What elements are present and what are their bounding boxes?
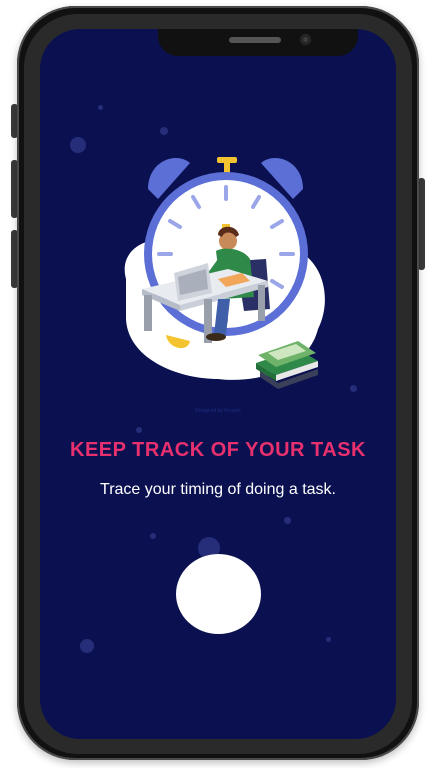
background-dot [80, 639, 94, 653]
background-dot [136, 427, 142, 433]
onboarding-title: KEEP TRACK OF YOUR TASK [70, 439, 366, 461]
power-button [418, 178, 425, 270]
background-dot [160, 127, 168, 135]
device-mockup: Designed by Freepik KEEP TRACK OF YOUR T… [0, 0, 434, 768]
onboarding-subtitle: Trace your timing of doing a task. [100, 481, 336, 498]
front-camera [300, 34, 311, 45]
background-dot [98, 105, 103, 110]
illustration-credit: Designed by Freepik [195, 408, 241, 414]
speaker-grille [229, 37, 281, 43]
next-button[interactable] [176, 554, 261, 634]
background-dot [284, 517, 291, 524]
onboarding-screen: Designed by Freepik KEEP TRACK OF YOUR T… [40, 29, 396, 739]
background-dot [326, 637, 331, 642]
background-dot [150, 533, 156, 539]
background-dot [70, 137, 86, 153]
alarm-clock-illustration [124, 157, 325, 389]
background-dot [350, 385, 357, 392]
notch [158, 29, 358, 56]
